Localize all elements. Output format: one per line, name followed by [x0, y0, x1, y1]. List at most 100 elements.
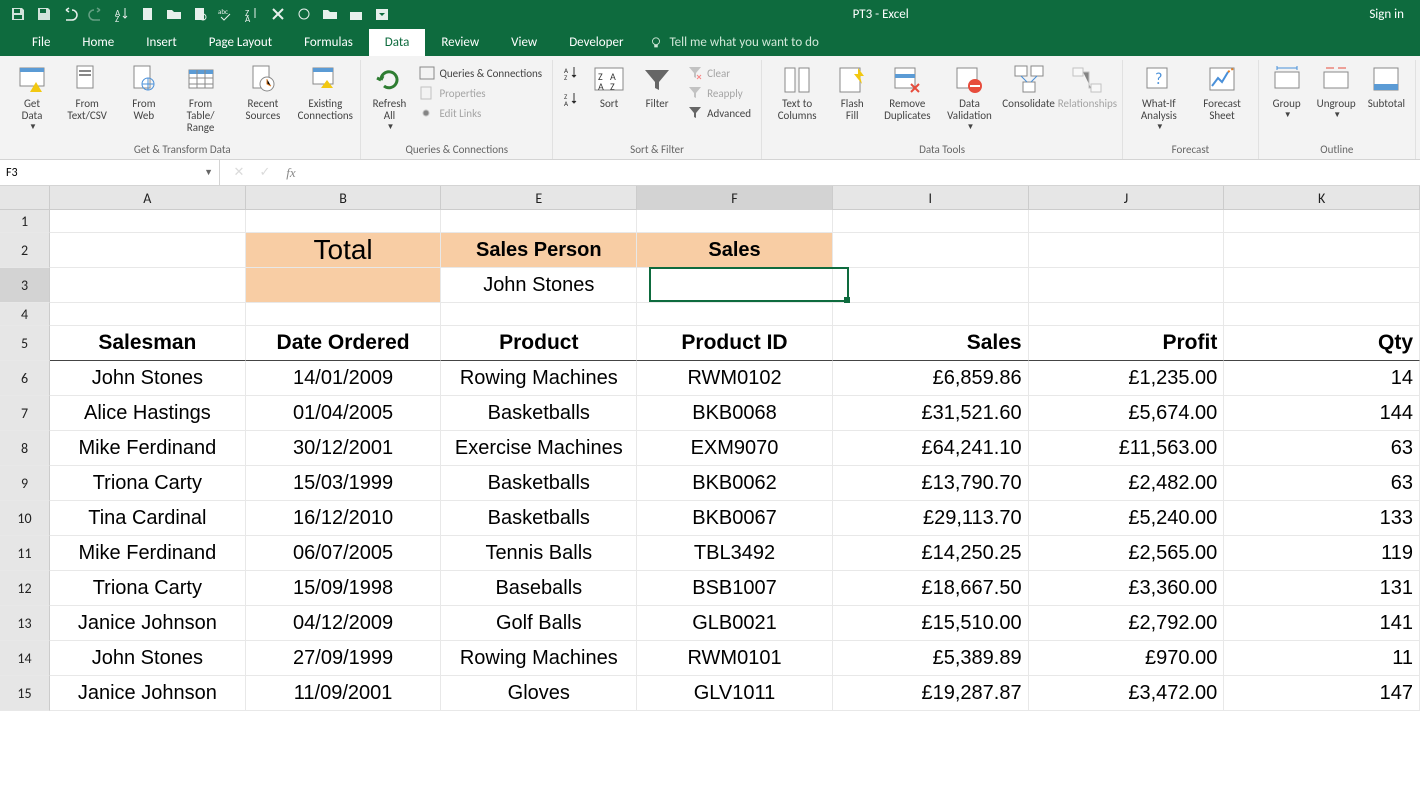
cell[interactable]	[246, 303, 442, 326]
cell[interactable]	[833, 233, 1029, 268]
cell[interactable]: 06/07/2005	[246, 536, 442, 571]
cell[interactable]: GLB0021	[637, 606, 833, 641]
cell[interactable]: 15/03/1999	[246, 466, 442, 501]
sort-button[interactable]: ZAAZSort	[587, 62, 631, 112]
cell[interactable]	[50, 210, 246, 233]
cell[interactable]: Qty	[1224, 326, 1420, 361]
spreadsheet-grid[interactable]: ABEFIJK 123456789101112131415 TotalSales…	[0, 186, 1420, 794]
cell[interactable]	[833, 303, 1029, 326]
row-header[interactable]: 5	[0, 326, 50, 361]
cell[interactable]: 133	[1224, 501, 1420, 536]
cell[interactable]: £1,235.00	[1029, 361, 1225, 396]
row-header[interactable]: 2	[0, 233, 50, 268]
consolidate-button[interactable]: Consolidate	[1003, 62, 1055, 112]
redo-icon[interactable]	[86, 4, 106, 24]
cell[interactable]: £3,472.00	[1029, 676, 1225, 711]
cell[interactable]: Sales	[637, 233, 833, 268]
cell[interactable]: Sales Person	[441, 233, 637, 268]
tab-view[interactable]: View	[495, 29, 553, 56]
cell[interactable]: 27/09/1999	[246, 641, 442, 676]
cell[interactable]: £64,241.10	[833, 431, 1029, 466]
cell[interactable]: 147	[1224, 676, 1420, 711]
delete-icon[interactable]	[268, 4, 288, 24]
cell[interactable]: Baseballs	[441, 571, 637, 606]
cell[interactable]: Basketballs	[441, 466, 637, 501]
select-all-corner[interactable]	[0, 186, 50, 210]
tab-data[interactable]: Data	[369, 29, 426, 56]
cell[interactable]: Alice Hastings	[50, 396, 246, 431]
col-header[interactable]: F	[637, 186, 833, 210]
accept-formula-icon[interactable]: ✓	[256, 165, 274, 181]
cell[interactable]: Gloves	[441, 676, 637, 711]
cell[interactable]: Janice Johnson	[50, 606, 246, 641]
recent-sources-button[interactable]: Recent Sources	[234, 62, 292, 124]
cell[interactable]: Basketballs	[441, 501, 637, 536]
undo-icon[interactable]	[60, 4, 80, 24]
cell[interactable]: EXM9070	[637, 431, 833, 466]
col-header[interactable]: K	[1224, 186, 1420, 210]
cell[interactable]: Product	[441, 326, 637, 361]
folder-icon[interactable]	[320, 4, 340, 24]
row-header[interactable]: 7	[0, 396, 50, 431]
queries-connections-button[interactable]: Queries & Connections	[415, 64, 546, 82]
cell[interactable]: 11/09/2001	[246, 676, 442, 711]
cell[interactable]: GLV1011	[637, 676, 833, 711]
cell[interactable]: 63	[1224, 431, 1420, 466]
cell[interactable]: £5,240.00	[1029, 501, 1225, 536]
refresh-all-button[interactable]: Refresh All▼	[367, 62, 411, 134]
row-header[interactable]: 9	[0, 466, 50, 501]
cell[interactable]: Triona Carty	[50, 466, 246, 501]
cell[interactable]: 63	[1224, 466, 1420, 501]
cells-area[interactable]: TotalSales PersonSalesJohn StonesSalesma…	[50, 210, 1420, 711]
cell[interactable]	[50, 268, 246, 303]
col-header[interactable]: J	[1029, 186, 1225, 210]
name-box[interactable]: F3 ▼	[0, 160, 220, 185]
sort-desc-icon[interactable]: ZA	[242, 4, 262, 24]
from-table-button[interactable]: From Table/ Range	[171, 62, 229, 136]
subtotal-button[interactable]: Subtotal	[1364, 62, 1409, 112]
cell[interactable]: 14/01/2009	[246, 361, 442, 396]
new-icon[interactable]	[138, 4, 158, 24]
open-icon[interactable]	[164, 4, 184, 24]
row-header[interactable]: 10	[0, 501, 50, 536]
cell[interactable]: Total	[246, 233, 442, 268]
cell[interactable]	[1029, 303, 1225, 326]
cell[interactable]: £13,790.70	[833, 466, 1029, 501]
cell[interactable]: £11,563.00	[1029, 431, 1225, 466]
cell[interactable]: 30/12/2001	[246, 431, 442, 466]
cell[interactable]	[246, 268, 442, 303]
cell[interactable]	[833, 268, 1029, 303]
cell[interactable]: BKB0068	[637, 396, 833, 431]
cell[interactable]	[1224, 303, 1420, 326]
row-header[interactable]: 13	[0, 606, 50, 641]
save-icon[interactable]	[8, 4, 28, 24]
cell[interactable]: 15/09/1998	[246, 571, 442, 606]
tab-review[interactable]: Review	[425, 29, 495, 56]
cancel-formula-icon[interactable]: ✕	[230, 165, 248, 181]
cell[interactable]	[246, 210, 442, 233]
row-header[interactable]: 14	[0, 641, 50, 676]
tab-developer[interactable]: Developer	[553, 29, 639, 56]
row-header[interactable]: 4	[0, 303, 50, 326]
cell[interactable]	[50, 233, 246, 268]
cell[interactable]: £29,113.70	[833, 501, 1029, 536]
sort-desc-button[interactable]: ZA	[559, 90, 583, 108]
cell[interactable]: 14	[1224, 361, 1420, 396]
cell[interactable]	[1224, 210, 1420, 233]
cell[interactable]	[637, 303, 833, 326]
cell[interactable]	[1029, 233, 1225, 268]
tab-page-layout[interactable]: Page Layout	[193, 29, 288, 56]
cell[interactable]: Sales	[833, 326, 1029, 361]
tell-me-search[interactable]: Tell me what you want to do	[639, 29, 828, 56]
calendar-icon[interactable]	[346, 4, 366, 24]
cell[interactable]: £31,521.60	[833, 396, 1029, 431]
data-validation-button[interactable]: Data Validation▼	[940, 62, 998, 134]
fx-icon[interactable]: fx	[282, 165, 300, 181]
cell[interactable]: John Stones	[441, 268, 637, 303]
tab-home[interactable]: Home	[66, 29, 130, 56]
cell[interactable]: Mike Ferdinand	[50, 536, 246, 571]
cell[interactable]: £15,510.00	[833, 606, 1029, 641]
cell[interactable]: £5,674.00	[1029, 396, 1225, 431]
cell[interactable]: Profit	[1029, 326, 1225, 361]
cell[interactable]: Date Ordered	[246, 326, 442, 361]
